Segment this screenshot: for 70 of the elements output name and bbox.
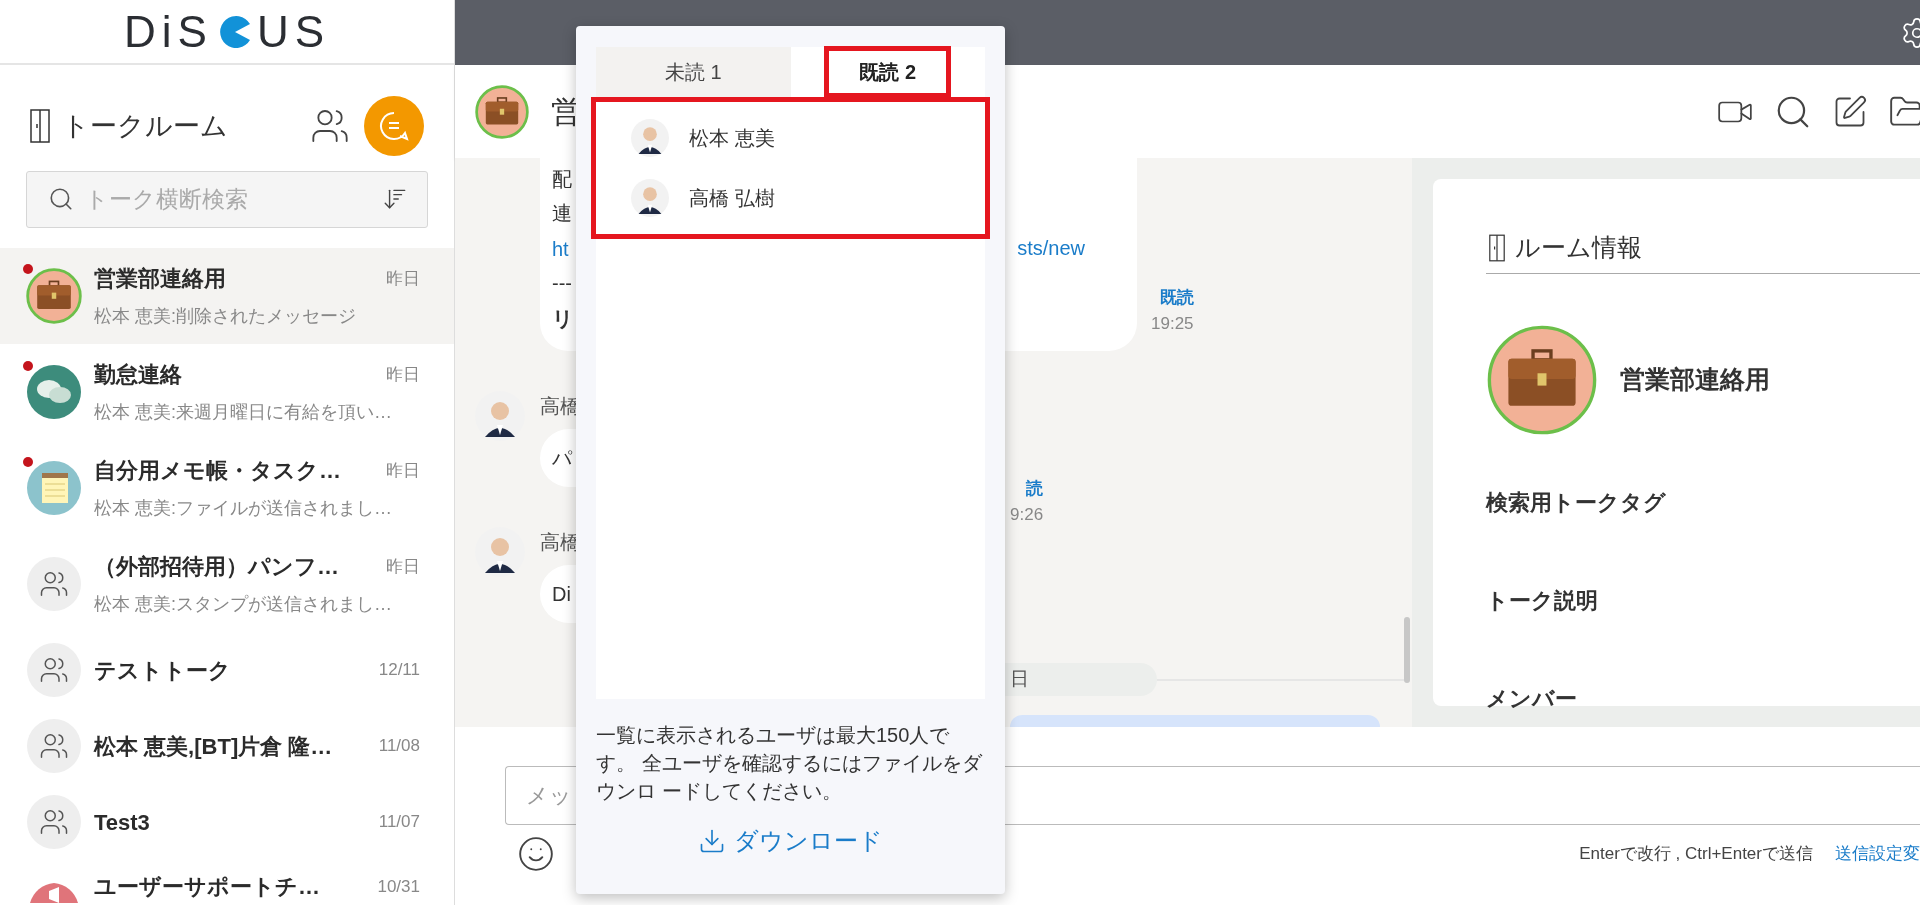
logo-text: US — [256, 5, 330, 58]
room-name: （外部招待用）パンフ… — [94, 553, 339, 581]
reader-item[interactable]: 高橋 弘樹 — [596, 168, 985, 228]
room-date: 12/11 — [378, 659, 420, 682]
message-text: 配 — [552, 167, 573, 192]
talk-room-item[interactable]: 松本 恵美,[BT]片倉 隆… 11/08 — [0, 708, 454, 784]
room-name: Test3 — [94, 808, 150, 837]
talk-room-item[interactable]: テストトーク 12/11 — [0, 632, 454, 708]
read-tab[interactable]: 未読 1 — [596, 47, 791, 97]
section-heading: 検索用トークタグ — [1486, 488, 1667, 517]
read-tab[interactable]: 既読 2 — [790, 47, 985, 97]
message-text: ht — [552, 237, 570, 262]
room-name: 勤怠連絡 — [94, 361, 182, 389]
last-message-preview: 松本 恵美:スタンプが送信されまし… — [94, 593, 393, 616]
room-name: 松本 恵美,[BT]片倉 隆… — [94, 732, 333, 761]
talk-room-item[interactable]: 自分用メモ帳・タスク… 昨日 松本 恵美:ファイルが送信されまし… — [0, 440, 454, 536]
notepad-avatar-icon — [27, 461, 81, 515]
person-avatar-icon — [631, 179, 669, 217]
person-avatar-icon — [631, 119, 669, 157]
briefcase-avatar-icon — [26, 268, 82, 324]
logo-text: DiS — [124, 5, 213, 58]
talk-room-item[interactable]: 営業部連絡用 昨日 松本 恵美:削除されたメッセージ — [0, 248, 454, 344]
emoji-icon[interactable] — [517, 835, 555, 873]
section-heading: トーク説明 — [1486, 586, 1599, 615]
scrollbar-thumb[interactable] — [1404, 617, 1410, 683]
read-status[interactable]: 読 — [1026, 476, 1044, 502]
room-name: 自分用メモ帳・タスク… — [94, 457, 341, 485]
message-time: 19:25 — [1151, 312, 1194, 335]
door-icon — [30, 108, 50, 144]
room-date: 11/08 — [378, 735, 420, 758]
room-name: 営業部連絡用 — [1620, 363, 1770, 395]
room-date: 昨日 — [386, 267, 420, 290]
chat-title: 営 — [551, 94, 582, 130]
talk-room-item[interactable]: ユーザーサポートチ… 10/31 — [0, 860, 454, 903]
last-message-preview: 松本 恵美:ファイルが送信されまし… — [94, 497, 393, 520]
room-date: 昨日 — [386, 555, 420, 578]
chat-bubbles-avatar-icon — [27, 365, 81, 419]
last-message-preview: 松本 恵美:来週月曜日に有給を頂い… — [94, 401, 393, 424]
message-link[interactable]: sts/new — [1017, 233, 1085, 263]
read-status[interactable]: 既読 — [1159, 285, 1194, 311]
room-date: 昨日 — [386, 363, 420, 386]
briefcase-avatar-icon — [1486, 323, 1598, 436]
search-field[interactable]: トーク横断検索 — [26, 171, 428, 228]
group-avatar-icon — [27, 719, 81, 773]
download-link[interactable]: ダウンロード — [698, 823, 883, 859]
section-title: トークルーム — [62, 109, 229, 143]
room-date: 11/07 — [378, 811, 420, 834]
room-name: テストトーク — [94, 656, 231, 685]
download-icon — [698, 827, 726, 855]
talk-room-item[interactable]: Test3 11/07 — [0, 784, 454, 860]
talk-room-item[interactable]: 勤怠連絡 昨日 松本 恵美:来週月曜日に有給を頂い… — [0, 344, 454, 440]
room-name: 営業部連絡用 — [94, 265, 226, 293]
message-time: 9:26 — [1010, 503, 1044, 526]
panel-title: ルーム情報 — [1515, 232, 1642, 263]
search-icon — [48, 186, 74, 212]
chat-plus-icon — [378, 110, 410, 142]
section-heading: メンバー — [1486, 684, 1578, 713]
room-date: 10/31 — [377, 875, 420, 898]
send-settings-link[interactable]: 送信設定変 — [1835, 841, 1920, 867]
message-text: --- — [552, 271, 573, 296]
last-message-preview: 松本 恵美:削除されたメッセージ — [94, 305, 357, 328]
room-date: 昨日 — [386, 459, 420, 482]
message-text: 連 — [552, 201, 573, 226]
talk-room-item[interactable]: （外部招待用）パンフ… 昨日 松本 恵美:スタンプが送信されまし… — [0, 536, 454, 632]
reader-item[interactable]: 松本 恵美 — [596, 108, 985, 168]
message-text: リ — [552, 306, 574, 332]
door-icon — [1489, 233, 1505, 262]
send-hint: Enterで改行 , Ctrl+Enterで送信 — [1579, 843, 1813, 866]
briefcase-avatar-icon — [475, 84, 529, 139]
room-name: ユーザーサポートチ… — [94, 873, 320, 901]
